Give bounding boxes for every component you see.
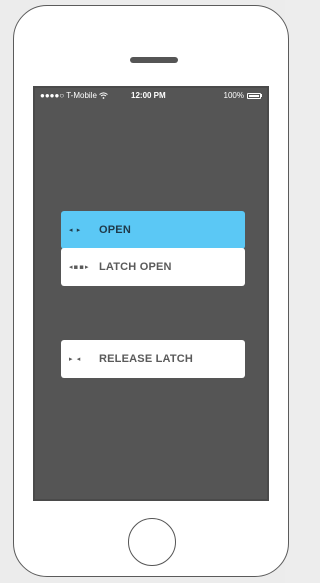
wifi-icon bbox=[99, 91, 108, 100]
status-bar: ●●●●○ T-Mobile 12:00 PM 100% bbox=[35, 88, 267, 104]
battery-status: 100% bbox=[224, 91, 262, 100]
battery-tip bbox=[261, 94, 262, 97]
carrier-label: ●●●●○ T-Mobile bbox=[40, 91, 97, 100]
open-arrows-icon: ◂ ▸ bbox=[69, 226, 82, 234]
release-latch-button-label: RELEASE LATCH bbox=[99, 353, 194, 365]
release-arrows-icon: ▸ ◂ bbox=[69, 355, 82, 363]
open-button[interactable]: ◂ ▸ OPEN bbox=[61, 211, 245, 249]
battery-icon bbox=[247, 92, 261, 99]
release-latch-button[interactable]: ▸ ◂ RELEASE LATCH bbox=[61, 340, 245, 378]
latch-open-button-label: LATCH OPEN bbox=[99, 261, 172, 273]
home-button[interactable] bbox=[128, 518, 176, 566]
open-button-label: OPEN bbox=[99, 224, 131, 236]
battery-percent: 100% bbox=[223, 91, 244, 100]
status-time: 12:00 PM bbox=[131, 91, 166, 100]
phone-screen: ●●●●○ T-Mobile 12:00 PM 100% ◂ ▸ OPEN ◂▪… bbox=[33, 86, 269, 501]
page: ●●●●○ T-Mobile 12:00 PM 100% ◂ ▸ OPEN ◂▪… bbox=[0, 0, 289, 583]
latch-open-button[interactable]: ◂▪▪▸ LATCH OPEN bbox=[61, 248, 245, 286]
carrier-signal: ●●●●○ T-Mobile bbox=[40, 91, 108, 100]
speaker-grille bbox=[130, 57, 178, 63]
latch-arrows-icon: ◂▪▪▸ bbox=[69, 263, 90, 271]
